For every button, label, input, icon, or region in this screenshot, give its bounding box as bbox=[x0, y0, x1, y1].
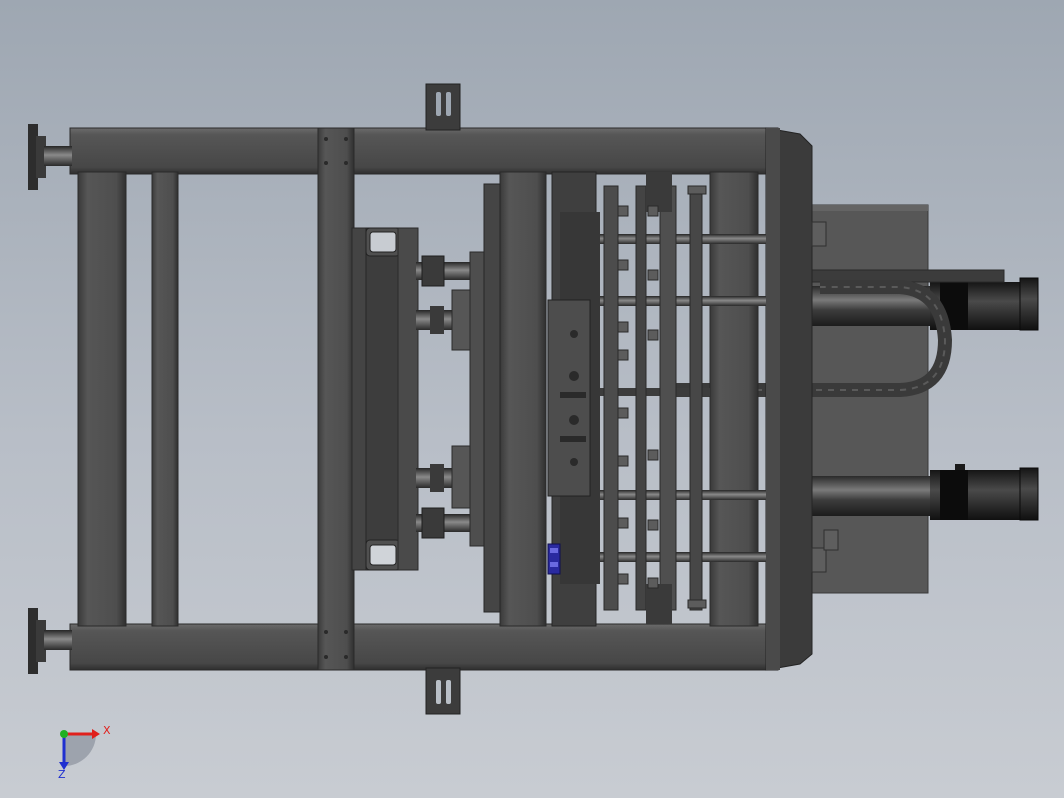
press-plate bbox=[469, 183, 501, 613]
sensor-block-blue bbox=[547, 543, 561, 575]
x-axis-label: X bbox=[103, 724, 111, 737]
cylinder-head-upper bbox=[416, 289, 473, 351]
y-axis-origin bbox=[60, 730, 68, 738]
guide-rod-upper bbox=[416, 255, 476, 287]
clamp-plate-left bbox=[351, 227, 419, 571]
leveling-foot-top bbox=[28, 124, 72, 190]
mounting-bracket-bottom bbox=[425, 667, 461, 715]
z-axis-label: Z bbox=[58, 768, 66, 781]
machine-top-view: X Z bbox=[28, 83, 1039, 781]
mounting-bracket-top bbox=[425, 83, 461, 131]
guide-rod-lower bbox=[416, 507, 476, 539]
cad-viewport[interactable]: X Z bbox=[0, 0, 1064, 798]
cylinder-head-lower bbox=[416, 445, 473, 509]
leveling-foot-bottom bbox=[28, 608, 72, 674]
coordinate-triad: X Z bbox=[58, 724, 111, 781]
